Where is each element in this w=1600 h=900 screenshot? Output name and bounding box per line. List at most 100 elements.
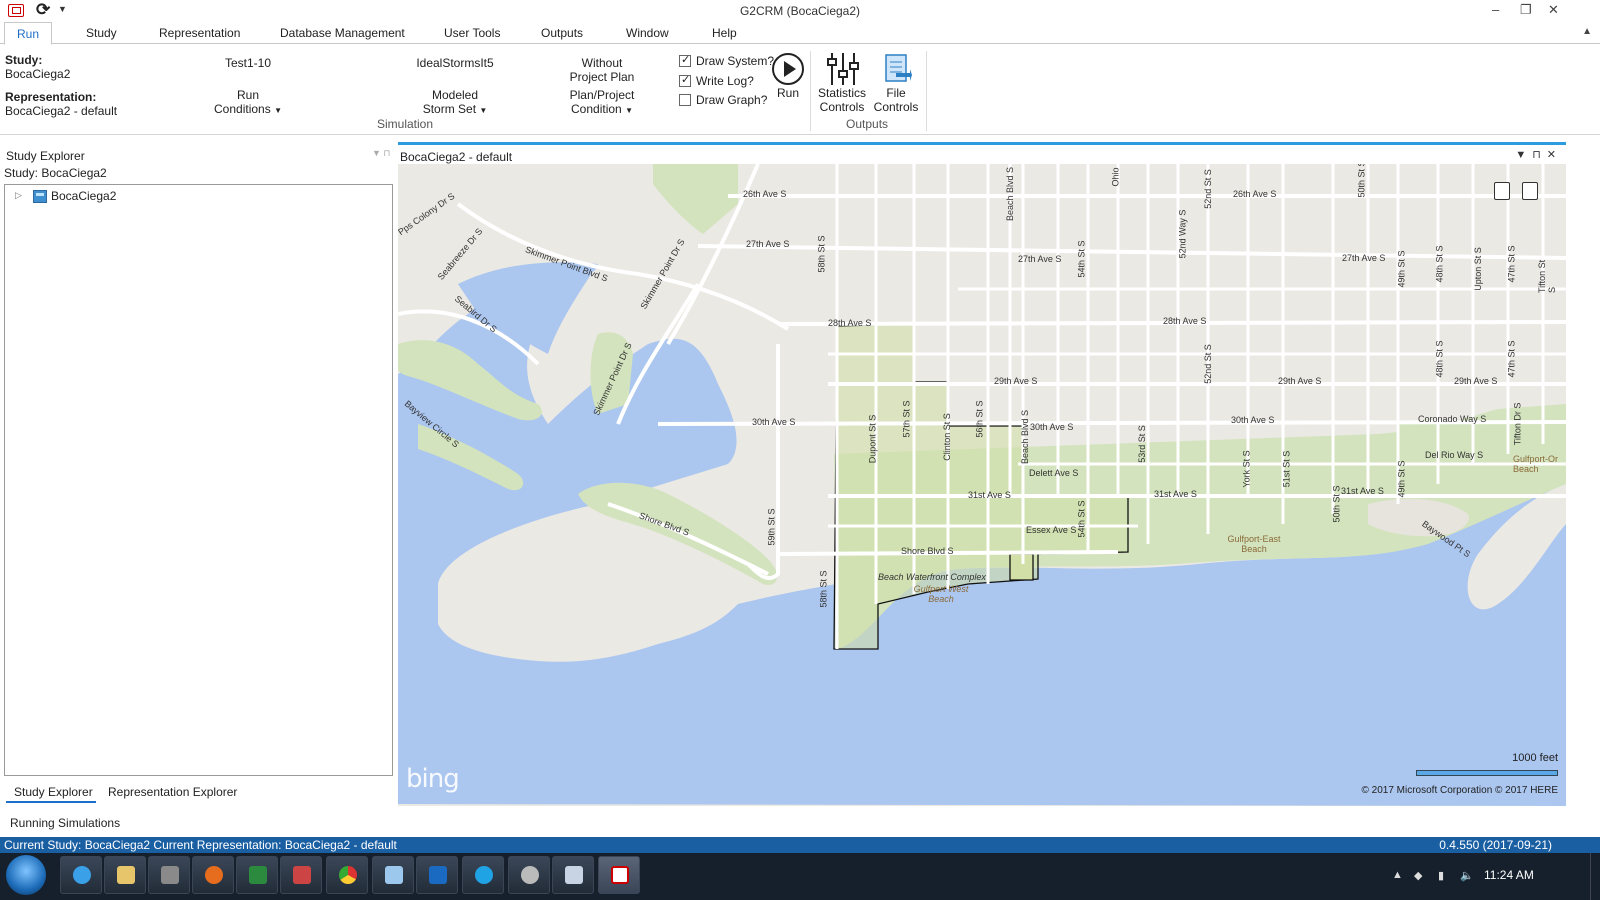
map-label: Del Rio Way S xyxy=(1425,450,1484,460)
map-label: 49th St S xyxy=(1396,250,1407,288)
plan-value-line1: Without xyxy=(581,56,623,70)
title-bar: ⟳ ▼ G2CRM (BocaCiega2) – ❐ ✕ xyxy=(0,0,1600,22)
minimize-button[interactable]: – xyxy=(1492,2,1499,17)
map-panel-title: BocaCiega2 - default xyxy=(400,150,513,164)
legend-icon[interactable] xyxy=(1494,182,1510,200)
file-controls-line2[interactable]: Controls xyxy=(870,100,922,114)
restore-button[interactable]: ❐ xyxy=(1520,2,1532,18)
tab-study[interactable]: Study xyxy=(86,26,117,40)
map-label: Ohio xyxy=(1110,167,1121,187)
map-panel-controls[interactable]: ▼⊓✕ xyxy=(1515,148,1562,161)
map-label: Pps Colony Dr S xyxy=(398,190,457,238)
show-desktop-button[interactable] xyxy=(1590,853,1600,900)
study-database-icon xyxy=(33,190,47,203)
taskbar-skype[interactable] xyxy=(462,856,504,894)
taskbar-app-6[interactable] xyxy=(280,856,322,894)
file-controls-icon[interactable] xyxy=(882,53,912,85)
tab-representation-explorer[interactable]: Representation Explorer xyxy=(108,785,237,799)
taskbar-chrome[interactable] xyxy=(326,856,368,894)
map-label: 54th St S xyxy=(1076,500,1087,538)
plan-condition-dropdown-label: Condition xyxy=(571,102,622,116)
study-value: BocaCiega2 xyxy=(5,67,71,81)
draw-graph-checkbox[interactable] xyxy=(679,94,691,106)
expand-arrow-icon[interactable]: ▷ xyxy=(15,190,22,201)
run-conditions-dropdown[interactable]: Conditions ▼ xyxy=(188,102,308,118)
taskbar-settings[interactable] xyxy=(508,856,550,894)
simulation-group-label: Simulation xyxy=(377,117,434,131)
map-label: 57th St S xyxy=(901,400,912,438)
notepad-icon xyxy=(385,866,403,884)
tab-outputs[interactable]: Outputs xyxy=(541,26,583,40)
map-label: 50th St S xyxy=(1331,485,1342,523)
write-log-label[interactable]: Write Log? xyxy=(696,74,754,88)
start-button[interactable] xyxy=(6,855,46,895)
statistics-controls-icon[interactable] xyxy=(826,51,860,87)
taskbar-calculator[interactable] xyxy=(552,856,594,894)
tab-run[interactable]: Run xyxy=(4,22,53,45)
storm-set-dropdown[interactable]: Storm Set ▼ xyxy=(395,102,515,118)
draw-system-label[interactable]: Draw System? xyxy=(696,54,774,68)
status-bar: Current Study: BocaCiega2 Current Repres… xyxy=(0,837,1600,853)
run-button-label[interactable]: Run xyxy=(768,86,808,100)
plan-condition-dropdown[interactable]: Condition ▼ xyxy=(552,102,652,118)
ribbon-panel: Study: BocaCiega2 Representation: BocaCi… xyxy=(0,45,1600,135)
run-play-icon[interactable] xyxy=(772,53,804,85)
close-button[interactable]: ✕ xyxy=(1548,2,1559,18)
taskbar-app-3[interactable] xyxy=(148,856,190,894)
taskbar-outlook[interactable] xyxy=(416,856,458,894)
chevron-down-icon: ▼ xyxy=(479,106,488,115)
clock[interactable]: 11:24 AM xyxy=(1484,868,1534,882)
scale-label: 1000 feet xyxy=(1512,752,1558,764)
storm-set-label[interactable]: Modeled xyxy=(395,88,515,102)
tab-window[interactable]: Window xyxy=(626,26,669,40)
statistics-controls-line1[interactable]: Statistics xyxy=(812,86,872,100)
taskbar-app-1[interactable] xyxy=(60,856,102,894)
tray-expand-icon[interactable]: ▲ xyxy=(1392,869,1403,881)
draw-graph-label[interactable]: Draw Graph? xyxy=(696,93,767,107)
chrome-icon xyxy=(339,866,357,884)
plan-value-line2: Project Plan xyxy=(569,70,635,84)
map-label: 27th Ave S xyxy=(1342,253,1386,263)
taskbar-g2crm[interactable] xyxy=(598,856,640,894)
map-label: Seabird Dr S xyxy=(452,293,499,335)
map-view[interactable]: 26th Ave S 26th Ave S 27th Ave S 27th Av… xyxy=(398,164,1566,806)
tab-help[interactable]: Help xyxy=(712,26,737,40)
window-title: G2CRM (BocaCiega2) xyxy=(739,4,861,18)
map-label: 31st Ave S xyxy=(968,490,1011,500)
taskbar-app-5[interactable] xyxy=(236,856,278,894)
tab-user-tools[interactable]: User Tools xyxy=(444,26,500,40)
study-explorer-study-label: Study: BocaCiega2 xyxy=(4,166,107,180)
map-label: Gulfport-Or Beach xyxy=(1513,454,1559,474)
plan-condition-label[interactable]: Plan/Project xyxy=(552,88,652,102)
taskbar-notepad[interactable] xyxy=(372,856,414,894)
statistics-controls-line2[interactable]: Controls xyxy=(812,100,872,114)
tools-icon xyxy=(161,866,179,884)
map-label: 49th St S xyxy=(1396,460,1407,498)
map-label: Beach Blvd S xyxy=(1005,166,1016,222)
tab-study-explorer[interactable]: Study Explorer xyxy=(6,783,96,803)
panel-pin-icon[interactable]: ▼ ⊓ xyxy=(372,148,390,159)
battery-icon[interactable]: ▮ xyxy=(1438,869,1444,882)
map-label: Essex Ave S xyxy=(1026,525,1077,535)
outputs-group-label: Outputs xyxy=(846,117,889,131)
taskbar-firefox[interactable] xyxy=(192,856,234,894)
map-label: 59th St S xyxy=(766,508,777,546)
pen-icon xyxy=(293,866,311,884)
export-png-icon[interactable] xyxy=(1522,182,1538,200)
taskbar-explorer[interactable] xyxy=(104,856,146,894)
map-label: 26th Ave S xyxy=(1233,189,1277,199)
dropbox-icon[interactable]: ◆ xyxy=(1414,869,1422,882)
write-log-checkbox[interactable] xyxy=(679,73,691,87)
map-label: 48th St S xyxy=(1434,245,1445,283)
ribbon-collapse-icon[interactable]: ▲ xyxy=(1582,26,1592,37)
ribbon-tabs: Run Study Representation Database Manage… xyxy=(0,22,1600,45)
draw-system-checkbox[interactable] xyxy=(679,53,691,67)
tab-representation[interactable]: Representation xyxy=(159,26,240,40)
file-controls-line1[interactable]: File xyxy=(870,86,922,100)
map-label: Seabreeze Dr S xyxy=(435,226,485,282)
tab-database-management[interactable]: Database Management xyxy=(280,26,405,40)
volume-icon[interactable]: 🔈 xyxy=(1460,869,1474,882)
run-conditions-label[interactable]: Run xyxy=(188,88,308,102)
map-label: Skimmer Point Blvd S xyxy=(523,244,610,284)
study-tree[interactable]: ▷ BocaCiega2 xyxy=(4,184,393,776)
